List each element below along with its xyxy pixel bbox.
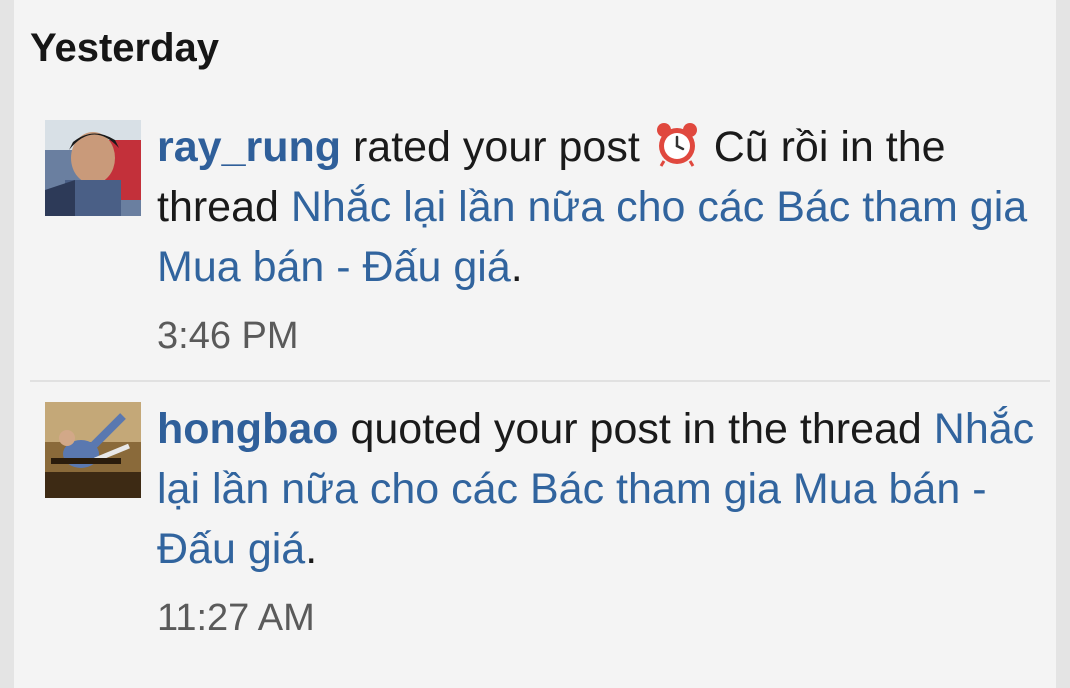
username-link[interactable]: ray_rung xyxy=(157,123,341,171)
notification-message: hongbao quoted your post in the thread N… xyxy=(157,399,1037,579)
notifications-panel: Yesterday ray_rung rated your post Cũ rồ… xyxy=(14,0,1056,688)
divider xyxy=(30,380,1050,382)
avatar[interactable] xyxy=(45,120,141,216)
action-text: quoted your post in the thread xyxy=(338,405,934,453)
section-title: Yesterday xyxy=(30,26,220,70)
username-link[interactable]: hongbao xyxy=(157,405,339,453)
notification-message: ray_rung rated your post Cũ rồi in the t… xyxy=(157,117,1037,297)
rating-label: Cũ rồi xyxy=(701,123,829,171)
notification-item[interactable]: ray_rung rated your post Cũ rồi in the t… xyxy=(14,117,1056,379)
action-text: rated your post xyxy=(341,123,652,171)
avatar[interactable] xyxy=(45,402,141,498)
sentence-end: . xyxy=(305,525,318,573)
alarm-clock-icon xyxy=(654,121,700,167)
notification-item[interactable]: hongbao quoted your post in the thread N… xyxy=(14,399,1056,659)
timestamp: 11:27 AM xyxy=(157,597,315,639)
sentence-end: . xyxy=(510,243,523,291)
timestamp: 3:46 PM xyxy=(157,315,299,357)
